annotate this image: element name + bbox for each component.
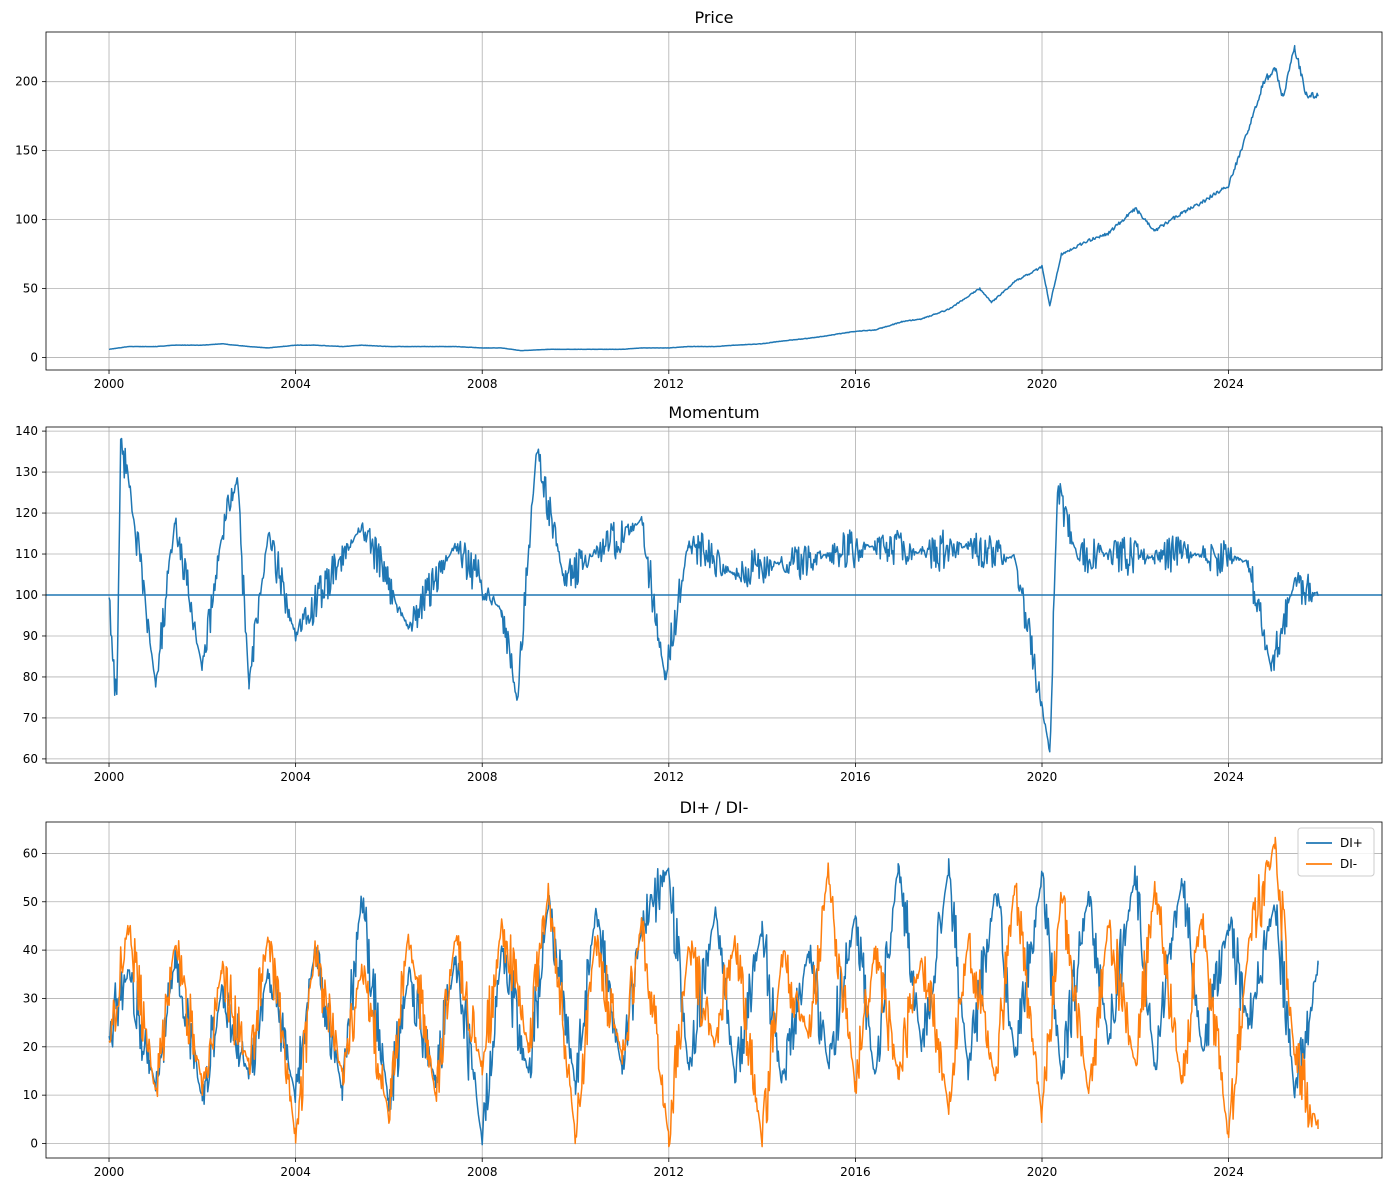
x-tick-label: 2020	[1027, 1165, 1058, 1179]
y-tick-label: 110	[15, 547, 38, 561]
x-tick-label: 2020	[1027, 770, 1058, 784]
momentum-panel: 2000 2004 2008 2012 2016 2020 2024 60 70 80 90 100 1…	[15, 403, 1383, 784]
y-tick-label: 150	[15, 144, 38, 158]
x-tick-label: 2000	[94, 377, 125, 391]
di-panel: 2000 2004 2008 2012 2016 2020 2024 0 10 20 30 40 50 6…	[23, 798, 1383, 1179]
x-tick-label: 2004	[280, 1165, 311, 1179]
panel-title: Price	[694, 8, 733, 27]
x-tick-label: 2008	[467, 377, 498, 391]
series-line-0	[108, 44, 1319, 352]
y-tick-label: 100	[15, 588, 38, 602]
y-tick-label: 40	[23, 943, 38, 957]
x-tick-label: 2020	[1027, 377, 1058, 391]
x-tick-label: 2016	[840, 770, 871, 784]
panel-title: Momentum	[668, 403, 759, 422]
y-tick-label: 30	[23, 991, 38, 1005]
x-tick-label: 2012	[654, 1165, 685, 1179]
x-tick-label: 2000	[94, 1165, 125, 1179]
y-tick-label: 0	[30, 351, 38, 365]
x-tick-label: 2008	[467, 1165, 498, 1179]
figure: 2000 2004 2008 2012 2016 2020 2024050100150200…	[15, 8, 1383, 1179]
x-tick-label: 2012	[654, 377, 685, 391]
y-tick-label: 130	[15, 465, 38, 479]
x-tick-label: 2024	[1213, 1165, 1244, 1179]
y-tick-label: 120	[15, 506, 38, 520]
legend-label: DI+	[1340, 836, 1363, 850]
x-tick-label: 2016	[840, 377, 871, 391]
y-tick-label: 0	[30, 1136, 38, 1150]
x-tick-label: 2012	[654, 770, 685, 784]
legend: DI+ DI-	[1297, 827, 1375, 877]
y-tick-label: 50	[23, 282, 38, 296]
axes-frame	[45, 31, 1383, 371]
y-tick-label: 20	[23, 1040, 38, 1054]
x-tick-label: 2000	[94, 770, 125, 784]
x-tick-label: 2024	[1213, 377, 1244, 391]
y-tick-label: 100	[15, 213, 38, 227]
y-tick-label: 80	[23, 670, 38, 684]
y-tick-label: 50	[23, 895, 38, 909]
price-panel: 2000 2004 2008 2012 2016 2020 2024 0 50 100 150 200…	[15, 8, 1383, 391]
panel-title: DI+ / DI-	[680, 798, 749, 817]
y-tick-label: 140	[15, 424, 38, 438]
x-tick-label: 2008	[467, 770, 498, 784]
y-tick-label: 200	[15, 75, 38, 89]
y-tick-label: 90	[23, 629, 38, 643]
legend-label: DI-	[1340, 857, 1357, 871]
x-tick-label: 2016	[840, 1165, 871, 1179]
x-tick-label: 2004	[280, 377, 311, 391]
axes-frame	[45, 821, 1383, 1159]
y-tick-label: 60	[23, 752, 38, 766]
x-tick-label: 2024	[1213, 770, 1244, 784]
y-tick-label: 60	[23, 846, 38, 860]
y-tick-label: 10	[23, 1088, 38, 1102]
x-tick-label: 2004	[280, 770, 311, 784]
y-tick-label: 70	[23, 711, 38, 725]
